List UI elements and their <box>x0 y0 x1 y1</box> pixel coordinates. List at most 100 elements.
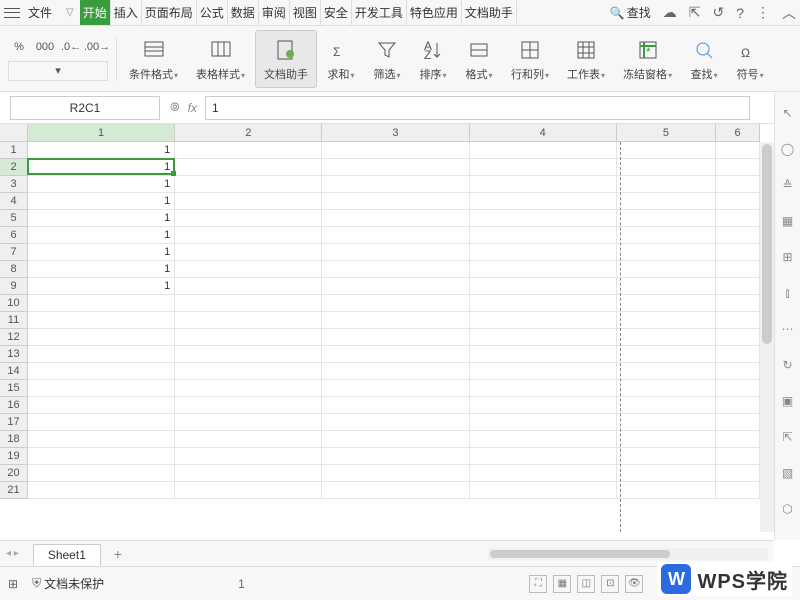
cell[interactable] <box>322 397 469 414</box>
cell[interactable] <box>175 448 322 465</box>
row-header-21[interactable]: 21 <box>0 482 27 499</box>
cell[interactable] <box>28 448 175 465</box>
cell[interactable] <box>28 346 175 363</box>
app-menu-icon[interactable] <box>4 6 20 20</box>
cell[interactable] <box>28 431 175 448</box>
sheet-nav[interactable]: ◂ ▸ <box>6 548 19 559</box>
row-header-11[interactable]: 11 <box>0 312 27 329</box>
cell[interactable] <box>716 295 760 312</box>
share-icon[interactable]: ⇱ <box>689 4 701 21</box>
eye-view-button[interactable]: 👁 <box>625 575 643 593</box>
search-button[interactable]: 🔍查找 <box>610 4 651 21</box>
cell[interactable] <box>175 193 322 210</box>
cell[interactable] <box>322 482 469 499</box>
page-layout-view-button[interactable]: ◫ <box>577 575 595 593</box>
cell[interactable] <box>322 346 469 363</box>
cell[interactable] <box>716 312 760 329</box>
cell[interactable] <box>322 363 469 380</box>
cell[interactable] <box>175 312 322 329</box>
cell[interactable]: 1 <box>28 193 175 210</box>
format-dropdown[interactable]: ▾ <box>8 61 108 81</box>
cell[interactable] <box>470 448 617 465</box>
col-header-3[interactable]: 3 <box>322 124 469 141</box>
formula-bar[interactable]: 1 <box>205 96 750 120</box>
cell[interactable] <box>175 210 322 227</box>
row-header-13[interactable]: 13 <box>0 346 27 363</box>
cell[interactable] <box>617 414 716 431</box>
cell[interactable]: 1 <box>28 210 175 227</box>
cell[interactable] <box>175 363 322 380</box>
history-icon[interactable]: ↺ <box>712 4 724 21</box>
cell[interactable] <box>617 244 716 261</box>
cell[interactable] <box>28 380 175 397</box>
cell[interactable] <box>175 261 322 278</box>
percent-button[interactable]: % <box>8 37 30 57</box>
help-icon[interactable]: ? <box>736 5 744 21</box>
cell[interactable] <box>28 312 175 329</box>
cell[interactable] <box>716 176 760 193</box>
fx-icon[interactable]: fx <box>188 101 197 115</box>
apps-icon[interactable]: ⊞ <box>779 248 797 266</box>
cell[interactable]: 1 <box>28 159 175 176</box>
cell[interactable] <box>716 448 760 465</box>
cell[interactable] <box>28 465 175 482</box>
col-header-2[interactable]: 2 <box>175 124 322 141</box>
row-header-9[interactable]: 9 <box>0 278 27 295</box>
cell[interactable] <box>470 414 617 431</box>
cell[interactable] <box>716 159 760 176</box>
tab-2[interactable]: 页面布局 <box>142 0 197 25</box>
component-tool-icon[interactable]: ⬡ <box>779 500 797 518</box>
cell[interactable] <box>617 261 716 278</box>
image-tool-icon[interactable]: ▣ <box>779 392 797 410</box>
cell[interactable] <box>322 380 469 397</box>
tab-1[interactable]: 插入 <box>111 0 142 25</box>
tab-7[interactable]: 安全 <box>321 0 352 25</box>
cell[interactable] <box>322 142 469 159</box>
cell[interactable] <box>716 482 760 499</box>
cell[interactable]: 1 <box>28 244 175 261</box>
ribbon-格式[interactable]: 格式▾ <box>457 30 501 88</box>
cell[interactable] <box>175 278 322 295</box>
cell[interactable] <box>175 159 322 176</box>
cell[interactable] <box>322 244 469 261</box>
cell[interactable] <box>175 244 322 261</box>
cell[interactable] <box>175 431 322 448</box>
cell[interactable]: 1 <box>28 261 175 278</box>
cell[interactable] <box>322 431 469 448</box>
cell[interactable] <box>470 431 617 448</box>
cell[interactable] <box>175 295 322 312</box>
more-icon[interactable]: ⋮ <box>756 4 770 21</box>
cell[interactable] <box>617 295 716 312</box>
protect-status[interactable]: ⛨ 文档未保护 <box>32 575 104 592</box>
cell[interactable] <box>470 244 617 261</box>
cell[interactable] <box>617 278 716 295</box>
cell[interactable] <box>617 380 716 397</box>
cell[interactable] <box>175 397 322 414</box>
row-header-16[interactable]: 16 <box>0 397 27 414</box>
cell[interactable] <box>470 159 617 176</box>
cell[interactable] <box>617 142 716 159</box>
shape-tool-icon[interactable]: ◯ <box>779 140 797 158</box>
tab-9[interactable]: 特色应用 <box>407 0 462 25</box>
cell[interactable] <box>322 159 469 176</box>
cell[interactable] <box>470 261 617 278</box>
cell[interactable] <box>470 278 617 295</box>
cell[interactable] <box>617 465 716 482</box>
cell[interactable] <box>322 295 469 312</box>
ribbon-查找[interactable]: 查找▾ <box>682 30 726 88</box>
col-header-1[interactable]: 1 <box>28 124 175 141</box>
reading-view-button[interactable]: ⊡ <box>601 575 619 593</box>
gallery-tool-icon[interactable]: ▧ <box>779 464 797 482</box>
increase-decimal-button[interactable]: .00→ <box>86 37 108 57</box>
ribbon-条件格式[interactable]: 条件格式▾ <box>121 30 186 88</box>
ribbon-冻结窗格[interactable]: *冻结窗格▾ <box>615 30 680 88</box>
col-header-4[interactable]: 4 <box>470 124 617 141</box>
tab-0[interactable]: 开始 <box>80 0 111 25</box>
sheet-tab[interactable]: Sheet1 <box>33 544 101 565</box>
cell[interactable] <box>470 227 617 244</box>
lookup-icon[interactable]: ⦾ <box>170 100 180 115</box>
cell[interactable] <box>617 312 716 329</box>
cell[interactable] <box>617 482 716 499</box>
cell[interactable] <box>716 261 760 278</box>
table-tool-icon[interactable]: ▦ <box>779 212 797 230</box>
